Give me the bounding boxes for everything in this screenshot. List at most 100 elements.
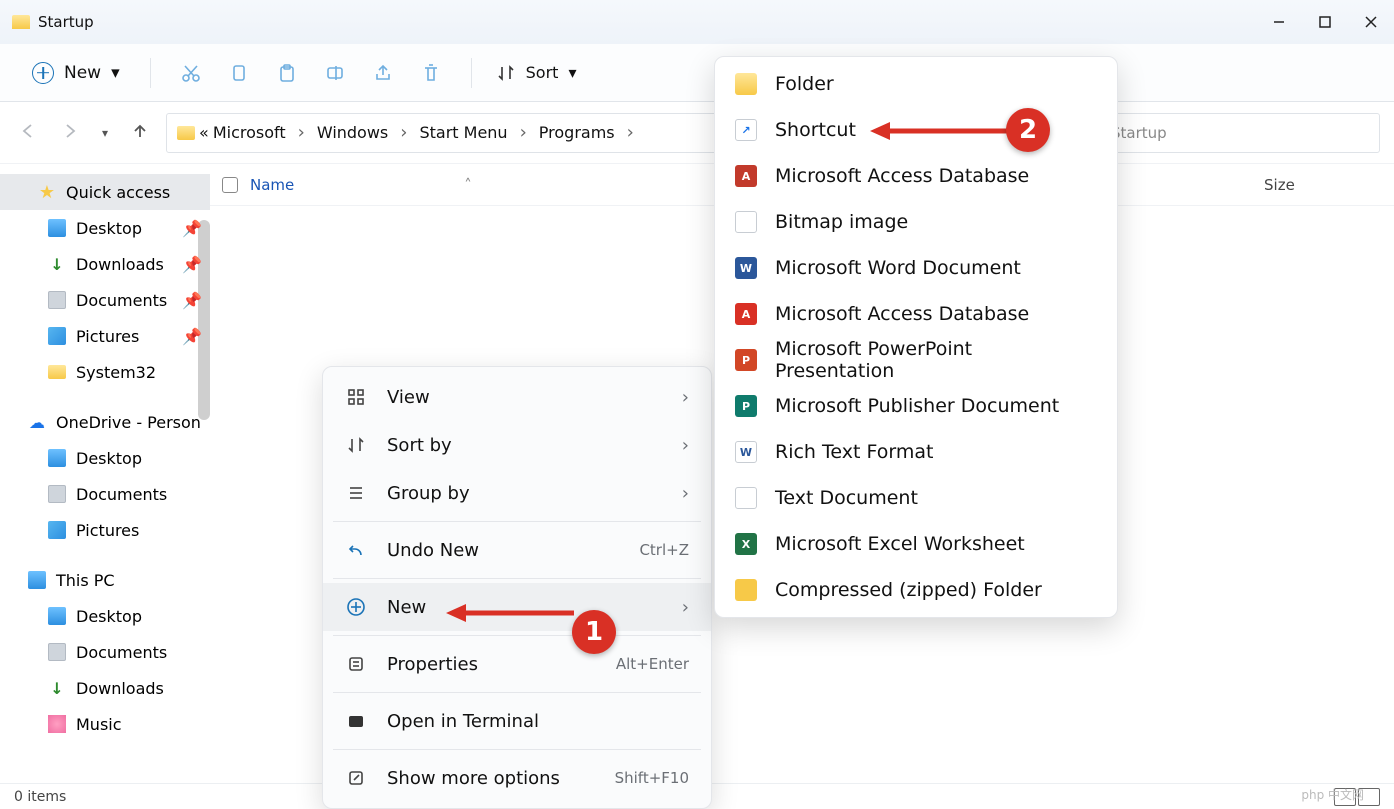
breadcrumb-item[interactable]: Microsoft <box>213 123 286 142</box>
nav-controls: ▾ <box>14 121 154 145</box>
ppt-file-icon: P <box>735 349 757 371</box>
sidebar-item[interactable]: Desktop <box>0 598 210 634</box>
submenu-label: Microsoft Excel Worksheet <box>775 533 1025 555</box>
submenu-item-zip[interactable]: Compressed (zipped) Folder <box>715 567 1117 613</box>
chevron-right-icon: › <box>682 597 689 618</box>
maximize-button[interactable] <box>1302 0 1348 44</box>
annotation-arrow-1 <box>444 598 584 628</box>
folder-icon <box>177 126 195 140</box>
forward-button[interactable] <box>60 121 80 145</box>
sort-button[interactable]: Sort ▾ <box>496 63 577 83</box>
copy-button[interactable] <box>219 62 259 84</box>
sidebar-item[interactable]: Documents <box>0 634 210 670</box>
breadcrumb-ellipsis[interactable]: « <box>199 123 209 142</box>
annotation-arrow-2 <box>868 116 1018 146</box>
sidebar-item-label: Documents <box>76 485 167 504</box>
breadcrumb-item[interactable]: Start Menu <box>419 123 507 142</box>
up-button[interactable] <box>130 121 150 145</box>
new-button[interactable]: New ▾ <box>22 56 130 90</box>
submenu-item-pub[interactable]: PMicrosoft Publisher Document <box>715 383 1117 429</box>
music-icon <box>48 715 66 733</box>
pdf-file-icon: A <box>735 303 757 325</box>
submenu-item-txt[interactable]: Text Document <box>715 475 1117 521</box>
rtf-file-icon: W <box>735 441 757 463</box>
submenu-item-ppt[interactable]: PMicrosoft PowerPoint Presentation <box>715 337 1117 383</box>
sidebar-item-label: Desktop <box>76 607 142 626</box>
search-input[interactable]: Startup <box>1100 113 1380 153</box>
menu-item-properties[interactable]: Properties Alt+Enter <box>323 640 711 688</box>
sidebar-item[interactable]: System32 <box>0 354 210 390</box>
paste-button[interactable] <box>267 62 307 84</box>
sidebar-item[interactable]: Desktop <box>0 440 210 476</box>
navigation-pane: ★ Quick access Desktop📌↓Downloads📌Docume… <box>0 164 210 783</box>
rename-button[interactable] <box>315 62 355 84</box>
menu-item-group-by[interactable]: Group by › <box>323 469 711 517</box>
darrow-icon: ↓ <box>48 255 66 273</box>
sidebar-item[interactable]: Documents📌 <box>0 282 210 318</box>
submenu-item-rtf[interactable]: W Rich Text Format <box>715 429 1117 475</box>
more-icon <box>345 769 367 787</box>
sidebar-item[interactable]: Music <box>0 706 210 742</box>
chevron-right-icon <box>619 122 642 143</box>
sort-label: Sort <box>526 63 559 82</box>
minimize-button[interactable] <box>1256 0 1302 44</box>
menu-label: Group by <box>387 483 662 504</box>
submenu-label: Rich Text Format <box>775 441 933 463</box>
select-all-checkbox[interactable] <box>210 177 250 193</box>
submenu-item-access[interactable]: AMicrosoft Access Database <box>715 153 1117 199</box>
menu-item-undo[interactable]: Undo New Ctrl+Z <box>323 526 711 574</box>
pub-file-icon: P <box>735 395 757 417</box>
monitor-icon <box>48 219 66 237</box>
submenu-item-xls[interactable]: XMicrosoft Excel Worksheet <box>715 521 1117 567</box>
breadcrumb-item[interactable]: Programs <box>539 123 615 142</box>
status-item-count: 0 items <box>14 789 66 805</box>
search-placeholder: Startup <box>1111 124 1167 142</box>
sidebar-item[interactable]: Pictures📌 <box>0 318 210 354</box>
pic-icon <box>48 521 66 539</box>
submenu-label: Folder <box>775 73 834 95</box>
terminal-icon <box>345 712 367 730</box>
monitor-icon <box>48 449 66 467</box>
shortcut-file-icon: ↗ <box>735 119 757 141</box>
chevron-right-icon <box>290 122 313 143</box>
sidebar-item[interactable]: ↓Downloads📌 <box>0 246 210 282</box>
new-button-label: New <box>64 63 101 83</box>
share-button[interactable] <box>363 62 403 84</box>
menu-item-sort-by[interactable]: Sort by › <box>323 421 711 469</box>
submenu-item-bmp[interactable]: ▦Bitmap image <box>715 199 1117 245</box>
sidebar-item-onedrive[interactable]: ☁ OneDrive - Person <box>0 404 210 440</box>
column-size[interactable]: Size <box>1264 176 1394 194</box>
submenu-label: Shortcut <box>775 119 856 141</box>
submenu-item-folder[interactable]: Folder <box>715 61 1117 107</box>
column-name[interactable]: Name ˄ <box>250 176 680 194</box>
menu-item-terminal[interactable]: Open in Terminal <box>323 697 711 745</box>
chevron-down-icon: ▾ <box>111 63 120 83</box>
properties-icon <box>345 655 367 673</box>
sidebar-item[interactable]: Pictures <box>0 512 210 548</box>
close-button[interactable] <box>1348 0 1394 44</box>
annotation-badge-1: 1 <box>572 610 616 654</box>
cut-button[interactable] <box>171 62 211 84</box>
sidebar-item[interactable]: Documents <box>0 476 210 512</box>
menu-item-view[interactable]: View › <box>323 373 711 421</box>
sidebar-item[interactable]: ↓Downloads <box>0 670 210 706</box>
sidebar-item-this-pc[interactable]: This PC <box>0 562 210 598</box>
recent-locations-button[interactable]: ▾ <box>102 126 108 140</box>
breadcrumb-item[interactable]: Windows <box>317 123 388 142</box>
separator <box>471 58 472 88</box>
chevron-right-icon <box>512 122 535 143</box>
submenu-item-word[interactable]: WMicrosoft Word Document <box>715 245 1117 291</box>
group-icon <box>345 484 367 502</box>
folder-file-icon <box>735 73 757 95</box>
star-icon: ★ <box>38 183 56 201</box>
sidebar-item-label: Desktop <box>76 219 142 238</box>
pin-icon: 📌 <box>182 255 202 274</box>
submenu-item-pdf[interactable]: AMicrosoft Access Database <box>715 291 1117 337</box>
delete-button[interactable] <box>411 62 451 84</box>
menu-item-more-options[interactable]: Show more options Shift+F10 <box>323 754 711 802</box>
sidebar-item-quick-access[interactable]: ★ Quick access <box>0 174 210 210</box>
menu-accelerator: Shift+F10 <box>615 769 689 787</box>
sidebar-item[interactable]: Desktop📌 <box>0 210 210 246</box>
word-file-icon: W <box>735 257 757 279</box>
back-button[interactable] <box>18 121 38 145</box>
